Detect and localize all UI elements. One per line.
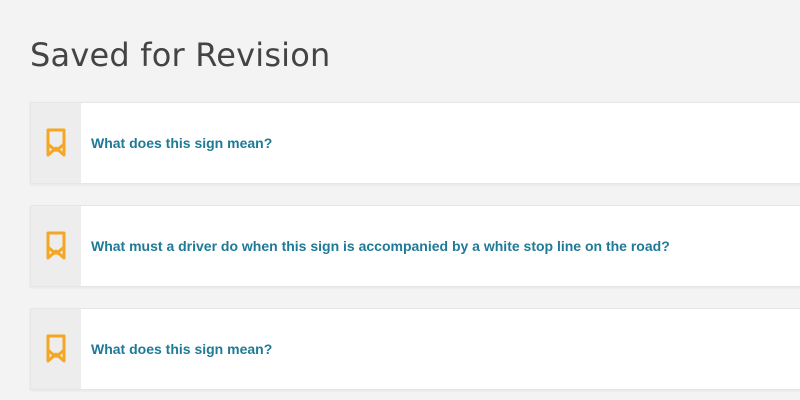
saved-question-item[interactable]: What does this sign mean?	[30, 308, 800, 390]
bookmark-icon[interactable]	[31, 309, 81, 389]
saved-for-revision-page: Saved for Revision What does this sign m…	[0, 0, 800, 400]
page-title: Saved for Revision	[30, 36, 331, 74]
saved-question-text[interactable]: What must a driver do when this sign is …	[81, 206, 800, 286]
bookmark-icon[interactable]	[31, 206, 81, 286]
bookmark-icon[interactable]	[31, 103, 81, 183]
saved-questions-list: What does this sign mean? What must a dr…	[30, 102, 800, 400]
saved-question-item[interactable]: What does this sign mean?	[30, 102, 800, 184]
saved-question-item[interactable]: What must a driver do when this sign is …	[30, 205, 800, 287]
saved-question-text[interactable]: What does this sign mean?	[81, 309, 800, 389]
saved-question-text[interactable]: What does this sign mean?	[81, 103, 800, 183]
